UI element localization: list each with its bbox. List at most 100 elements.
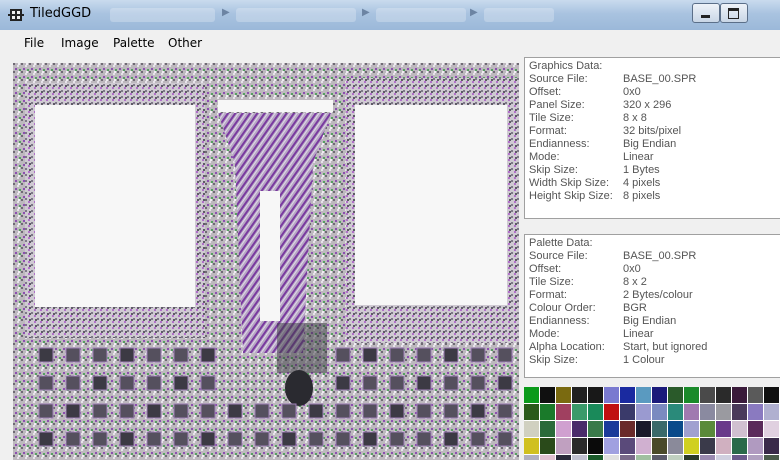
menu-image[interactable]: Image [61,36,99,50]
palette-swatch[interactable] [604,455,620,460]
palette-swatch[interactable] [540,438,556,455]
palette-swatch[interactable] [540,455,556,460]
palette-swatch[interactable] [700,455,716,460]
palette-swatch[interactable] [604,387,620,404]
palette-swatch[interactable] [620,404,636,421]
palette-swatch[interactable] [668,421,684,438]
tile-canvas[interactable] [13,63,519,460]
palette-swatch[interactable] [636,404,652,421]
palette-swatch[interactable] [748,404,764,421]
title-bar[interactable]: TiledGGD ▶ ▶ ▶ [0,0,780,30]
palette-swatch[interactable] [556,421,572,438]
palette-swatch[interactable] [636,455,652,460]
palette-swatch[interactable] [764,421,780,438]
palette-swatch[interactable] [524,404,540,421]
palette-swatch[interactable] [652,404,668,421]
palette-swatch[interactable] [524,455,540,460]
palette-swatch[interactable] [668,404,684,421]
info-value: 1 Colour [623,354,665,366]
palette-swatch[interactable] [748,421,764,438]
tile-cell [227,431,243,447]
palette-swatch[interactable] [588,404,604,421]
palette-swatch[interactable] [652,438,668,455]
palette-swatch[interactable] [636,421,652,438]
tile-cell [335,403,351,419]
menu-other[interactable]: Other [168,36,202,50]
palette-swatch[interactable] [636,387,652,404]
palette-swatch[interactable] [572,421,588,438]
palette-swatch[interactable] [716,404,732,421]
palette-swatch[interactable] [684,438,700,455]
palette-swatch[interactable] [700,404,716,421]
maximize-button[interactable] [720,3,748,23]
palette-swatch[interactable] [668,455,684,460]
palette-swatch[interactable] [652,387,668,404]
palette-swatch-grid[interactable] [524,386,780,460]
palette-swatch[interactable] [604,438,620,455]
palette-swatch[interactable] [588,455,604,460]
palette-swatch[interactable] [684,387,700,404]
tile-graphics-view[interactable] [13,63,519,460]
palette-swatch[interactable] [716,455,732,460]
palette-swatch[interactable] [620,438,636,455]
info-label: Width Skip Size: [529,177,610,189]
palette-swatch[interactable] [716,438,732,455]
palette-swatch[interactable] [572,438,588,455]
palette-swatch[interactable] [732,387,748,404]
palette-swatch[interactable] [572,455,588,460]
palette-swatch[interactable] [732,438,748,455]
menu-palette[interactable]: Palette [113,36,155,50]
palette-swatch[interactable] [748,455,764,460]
palette-swatch[interactable] [636,438,652,455]
palette-swatch[interactable] [588,387,604,404]
palette-swatch[interactable] [556,387,572,404]
palette-swatch[interactable] [620,387,636,404]
palette-swatch[interactable] [572,404,588,421]
palette-swatch[interactable] [572,387,588,404]
info-label: Source File: [529,73,588,85]
palette-swatch[interactable] [732,404,748,421]
palette-swatch[interactable] [716,387,732,404]
breadcrumb-arrow-icon: ▶ [362,7,370,18]
palette-swatch[interactable] [764,455,780,460]
palette-swatch[interactable] [732,455,748,460]
palette-swatch[interactable] [684,404,700,421]
palette-swatch[interactable] [652,455,668,460]
palette-swatch[interactable] [588,438,604,455]
palette-swatch[interactable] [748,438,764,455]
palette-swatch[interactable] [764,387,780,404]
palette-swatch[interactable] [524,387,540,404]
palette-swatch[interactable] [540,387,556,404]
palette-swatch[interactable] [620,455,636,460]
palette-swatch[interactable] [668,438,684,455]
palette-swatch[interactable] [556,455,572,460]
minimize-button[interactable] [692,3,720,23]
palette-swatch[interactable] [604,421,620,438]
palette-swatch[interactable] [748,387,764,404]
palette-swatch[interactable] [700,387,716,404]
palette-swatch[interactable] [764,438,780,455]
info-label: Skip Size: [529,354,578,366]
palette-swatch[interactable] [556,438,572,455]
palette-swatch[interactable] [588,421,604,438]
palette-swatch[interactable] [540,404,556,421]
palette-swatch[interactable] [700,438,716,455]
palette-swatch[interactable] [620,421,636,438]
palette-swatch[interactable] [540,421,556,438]
menu-file[interactable]: File [24,36,44,50]
palette-swatch[interactable] [652,421,668,438]
palette-swatch[interactable] [668,387,684,404]
palette-swatch[interactable] [524,438,540,455]
palette-swatch[interactable] [556,404,572,421]
palette-swatch[interactable] [764,404,780,421]
palette-swatch[interactable] [684,421,700,438]
tile-cell [38,375,54,391]
background-breadcrumb [484,8,554,22]
palette-swatch[interactable] [524,421,540,438]
palette-swatch[interactable] [604,404,620,421]
app-icon [8,9,24,21]
palette-swatch[interactable] [716,421,732,438]
palette-swatch[interactable] [700,421,716,438]
palette-swatch[interactable] [684,455,700,460]
palette-swatch[interactable] [732,421,748,438]
